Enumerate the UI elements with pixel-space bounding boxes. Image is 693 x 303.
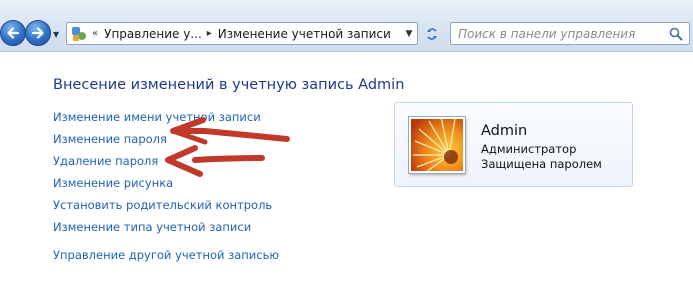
refresh-button[interactable] xyxy=(421,22,443,45)
account-role: Администратор xyxy=(481,142,577,156)
forward-button[interactable] xyxy=(25,20,51,46)
breadcrumb-current[interactable]: Изменение учетной записи xyxy=(218,27,391,41)
chevron-down-icon: ▼ xyxy=(53,30,60,39)
address-bar[interactable]: « Управление у... ▸ Изменение учетной за… xyxy=(66,22,418,45)
page-title: Внесение изменений в учетную запись Admi… xyxy=(53,77,405,93)
search-input[interactable]: Поиск в панели управления xyxy=(450,22,690,45)
flower-avatar-icon xyxy=(409,117,465,173)
search-placeholder: Поиск в панели управления xyxy=(458,26,636,41)
account-name: Admin xyxy=(481,123,528,139)
breadcrumb-separator[interactable]: ▸ xyxy=(207,28,212,39)
manage-another-account-link[interactable]: Управление другой учетной записью xyxy=(53,248,279,262)
change-password-link[interactable]: Изменение пароля xyxy=(53,132,167,146)
navigation-bar: ▼ « Управление у... ▸ Изменение учетной … xyxy=(0,0,693,52)
search-icon[interactable] xyxy=(669,27,683,41)
change-account-type-link[interactable]: Изменение типа учетной записи xyxy=(53,220,251,234)
arrow-right-icon xyxy=(31,27,44,39)
breadcrumb-item[interactable]: Управление у... xyxy=(104,27,202,41)
breadcrumb-overflow[interactable]: « xyxy=(92,28,98,39)
chevron-down-icon: ▼ xyxy=(405,28,413,39)
back-button[interactable] xyxy=(0,20,26,46)
account-card: Admin Администратор Защищена паролем xyxy=(394,102,633,187)
parental-controls-link[interactable]: Установить родительский контроль xyxy=(53,198,272,212)
remove-password-link[interactable]: Удаление пароля xyxy=(53,154,158,168)
account-status: Защищена паролем xyxy=(481,157,602,171)
address-dropdown-button[interactable]: ▼ xyxy=(401,23,417,44)
arrow-left-icon xyxy=(7,27,20,39)
control-panel-icon xyxy=(71,26,87,42)
hand-drawn-arrow-icon xyxy=(165,145,265,177)
recent-pages-button[interactable]: ▼ xyxy=(53,30,59,39)
change-picture-link[interactable]: Изменение рисунка xyxy=(53,176,173,190)
refresh-icon xyxy=(427,27,437,40)
